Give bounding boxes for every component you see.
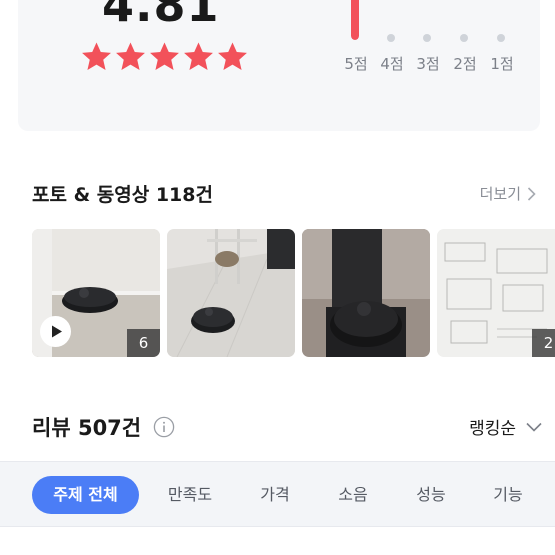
sort-label: 랭킹순 — [469, 419, 516, 439]
rating-summary-card: 4.81 5점 4점 3점 2점 1점 — [18, 0, 540, 131]
chip-performance[interactable]: 성능 — [397, 476, 465, 514]
chip-satisfaction[interactable]: 만족도 — [154, 476, 226, 514]
star-icon — [182, 40, 215, 73]
rating-distribution: 5점 4점 3점 2점 1점 — [336, 0, 516, 80]
photo-count-badge: 2 — [532, 329, 555, 357]
chip-features[interactable]: 기능 — [474, 476, 542, 514]
more-label: 더보기 — [479, 185, 521, 203]
distribution-dot — [387, 34, 395, 42]
chip-all-topics[interactable]: 주제 전체 — [32, 476, 139, 514]
review-photo — [167, 229, 295, 357]
photo-thumbnail[interactable]: 6 — [32, 229, 160, 357]
distribution-label: 5점 — [344, 55, 368, 73]
sort-dropdown[interactable]: 랭킹순 — [469, 414, 542, 439]
star-icon — [216, 40, 249, 73]
play-button[interactable] — [40, 316, 71, 347]
distribution-label: 2점 — [453, 55, 477, 73]
topic-filter-bar: 주제 전체 만족도 가격 소음 성능 기능 — [0, 461, 555, 527]
photo-thumbnail[interactable]: 2 — [437, 229, 555, 357]
distribution-label: 3점 — [416, 55, 440, 73]
play-icon — [52, 325, 62, 338]
distribution-dot — [460, 34, 468, 42]
photo-section-header: 포토 & 동영상 118건 더보기 — [32, 180, 536, 210]
chip-price[interactable]: 가격 — [241, 476, 309, 514]
distribution-fill — [351, 0, 359, 40]
star-icon — [80, 40, 113, 73]
info-icon[interactable] — [153, 416, 175, 438]
star-icon — [114, 40, 147, 73]
review-photo — [302, 229, 430, 357]
star-rating — [80, 40, 249, 73]
chevron-right-icon — [527, 186, 536, 201]
review-header: 리뷰 507건 랭킹순 — [32, 410, 542, 444]
photo-count-badge: 6 — [127, 329, 160, 357]
more-photos-link[interactable]: 더보기 — [480, 183, 536, 204]
photo-thumbnail-strip[interactable]: 6 2 — [32, 229, 555, 357]
star-icon — [148, 40, 181, 73]
photo-thumbnail[interactable] — [302, 229, 430, 357]
distribution-track — [351, 0, 359, 40]
review-count-title: 리뷰 507건 — [32, 416, 142, 440]
distribution-dot — [497, 34, 505, 42]
distribution-label: 4점 — [380, 55, 404, 73]
chip-noise[interactable]: 소음 — [319, 476, 387, 514]
chevron-down-icon — [526, 422, 542, 432]
average-rating: 4.81 — [102, 0, 220, 32]
distribution-label: 1점 — [490, 55, 514, 73]
photo-thumbnail[interactable] — [167, 229, 295, 357]
photo-section-title: 포토 & 동영상 118건 — [32, 184, 213, 206]
distribution-dot — [423, 34, 431, 42]
